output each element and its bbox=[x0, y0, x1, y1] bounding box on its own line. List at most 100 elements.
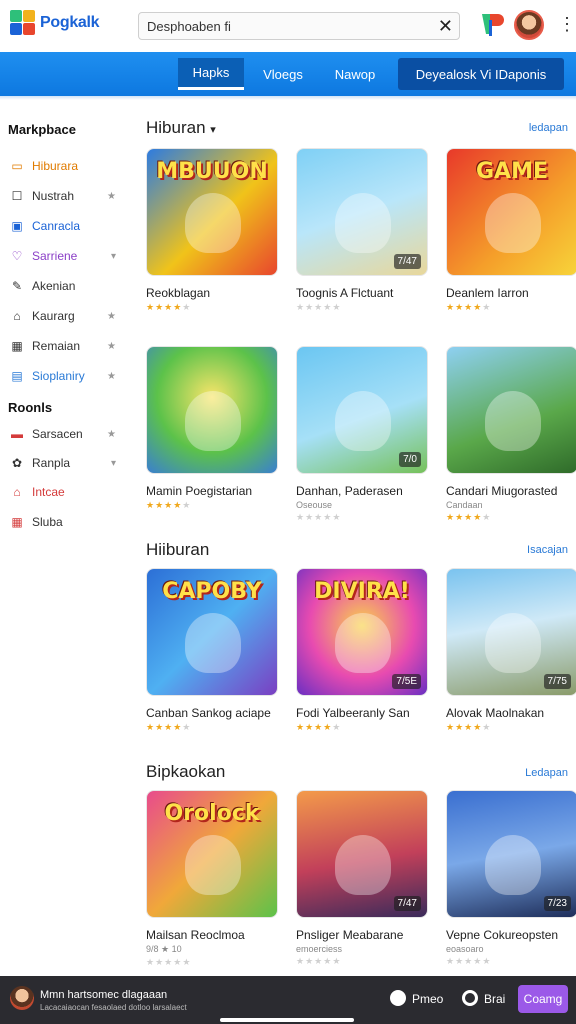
app-thumbnail[interactable]: DIVIRA! 7/5E bbox=[296, 568, 428, 696]
sidebar-item-intcae[interactable]: ⌂ Intcae bbox=[10, 482, 120, 502]
app-card[interactable]: 7/0 Danhan, Paderasen Oseouse ★★★★★ bbox=[296, 346, 428, 523]
app-title: Candari Miugorasted bbox=[446, 484, 558, 498]
search-input[interactable] bbox=[139, 13, 419, 39]
sidebar-item-hiburara[interactable]: ▭ Hiburara bbox=[10, 156, 120, 176]
home-icon: ⌂ bbox=[13, 485, 21, 499]
app-card[interactable]: Orolock Mailsan Reoclmoa 9/8 ★ 10 ★★★★★ bbox=[146, 790, 278, 968]
app-title: Deanlem Iarron bbox=[446, 286, 529, 300]
character-art bbox=[485, 613, 541, 673]
rating-badge: 7/0 bbox=[399, 452, 421, 467]
tab-hapks[interactable]: Hapks bbox=[178, 58, 244, 90]
star-rating: ★★★★★ bbox=[446, 722, 492, 732]
section-title[interactable]: Hiburan ▾ bbox=[146, 118, 216, 138]
app-thumbnail[interactable] bbox=[146, 346, 278, 474]
chevron-down-icon[interactable]: ▾ bbox=[111, 458, 116, 469]
app-thumbnail[interactable]: MBUUON bbox=[146, 148, 278, 276]
character-art bbox=[485, 193, 541, 253]
chevron-down-icon[interactable]: ▾ bbox=[111, 251, 116, 262]
app-card[interactable]: GAME Deanlem Iarron ★★★★★ bbox=[446, 148, 576, 313]
tab-vloegs[interactable]: Vloegs bbox=[250, 58, 316, 90]
character-art bbox=[185, 613, 241, 673]
avatar[interactable] bbox=[10, 986, 34, 1010]
app-card[interactable]: Candari Miugorasted Candaan ★★★★★ bbox=[446, 346, 576, 523]
rating-badge: 7/5E bbox=[392, 674, 421, 689]
rating-badge: 7/23 bbox=[543, 896, 571, 911]
app-card[interactable]: DIVIRA! 7/5E Fodi Yalbeeranly San ★★★★★ bbox=[296, 568, 428, 733]
home-indicator bbox=[220, 1018, 354, 1022]
sidebar-item-label: Nustrah bbox=[32, 189, 75, 203]
app-title: Reokblagan bbox=[146, 286, 211, 300]
sidebar-item-kaurarg[interactable]: ⌂ Kaurarg ★ bbox=[10, 306, 120, 326]
app-title: Toognis A Flctuant bbox=[296, 286, 394, 300]
sidebar-item-label: Kaurarg bbox=[32, 309, 75, 323]
app-subtitle: emoerciess bbox=[296, 944, 343, 954]
pen-icon: ✎ bbox=[11, 279, 23, 293]
app-thumbnail[interactable]: 7/0 bbox=[296, 346, 428, 474]
star-rating: ★★★★★ bbox=[446, 302, 492, 312]
see-all-link[interactable]: Ledapan bbox=[525, 767, 568, 779]
close-icon[interactable]: ✕ bbox=[438, 16, 453, 37]
card-icon: ▬ bbox=[11, 427, 23, 441]
app-thumbnail[interactable]: 7/23 bbox=[446, 790, 576, 918]
tab-nawop[interactable]: Nawop bbox=[322, 58, 388, 90]
character-art bbox=[335, 613, 391, 673]
sidebar-item-sarriene[interactable]: ♡ Sarriene ▾ bbox=[10, 246, 120, 266]
app-logo[interactable]: Pogkalk bbox=[10, 10, 100, 36]
status-label[interactable]: Brai bbox=[484, 992, 505, 1006]
app-thumbnail[interactable]: 7/75 bbox=[446, 568, 576, 696]
sidebar-item-sluba[interactable]: ▦ Sluba bbox=[10, 512, 120, 532]
app-card[interactable]: CAPOBY Canban Sankog aciape ★★★★★ bbox=[146, 568, 278, 733]
app-title: Canban Sankog aciape bbox=[146, 706, 271, 720]
status-ring-icon[interactable] bbox=[462, 990, 478, 1006]
app-card[interactable]: Mamin Poegistarian ★★★★★ bbox=[146, 346, 278, 511]
app-thumbnail[interactable] bbox=[446, 346, 576, 474]
star-rating: ★★★★★ bbox=[296, 302, 342, 312]
star-icon: ★ bbox=[107, 370, 116, 382]
app-title: Vepne Cokureopsten bbox=[446, 928, 559, 942]
star-rating: ★★★★★ bbox=[296, 956, 342, 966]
sidebar-heading-marketplace: Markpbace bbox=[8, 122, 76, 137]
character-art bbox=[185, 835, 241, 895]
app-card[interactable]: 7/47 Pnsliger Meabarane emoerciess ★★★★★ bbox=[296, 790, 428, 967]
window-icon: ▭ bbox=[11, 159, 23, 173]
star-rating: ★★★★★ bbox=[446, 956, 492, 966]
app-card[interactable]: 7/23 Vepne Cokureopsten eoasoaro ★★★★★ bbox=[446, 790, 576, 967]
bottom-bar: Mmn hartsomec dlagaaan Lacacaiaocan fesa… bbox=[0, 976, 576, 1024]
sidebar-item-nustrah[interactable]: ☐ Nustrah ★ bbox=[10, 186, 120, 206]
sidebar-item-sarsacen[interactable]: ▬ Sarsacen ★ bbox=[10, 424, 120, 444]
see-all-link[interactable]: Isacajan bbox=[527, 544, 568, 556]
primary-action-button[interactable]: Coamg bbox=[518, 985, 568, 1013]
app-thumbnail[interactable]: 7/47 bbox=[296, 790, 428, 918]
app-card[interactable]: MBUUON Reokblagan ★★★★★ bbox=[146, 148, 278, 313]
app-thumbnail[interactable]: 7/47 bbox=[296, 148, 428, 276]
star-icon: ★ bbox=[107, 340, 116, 352]
see-all-link[interactable]: ledapan bbox=[529, 122, 568, 134]
chat-label[interactable]: Pmeo bbox=[412, 992, 443, 1006]
sidebar-item-sioplaniry[interactable]: ▤ Sioplaniry ★ bbox=[10, 366, 120, 386]
more-menu-icon[interactable]: ⋮ bbox=[558, 14, 576, 34]
sidebar-item-canracla[interactable]: ▣ Canracla bbox=[10, 216, 120, 236]
cta-button[interactable]: Deyealosk Vi IDaponis bbox=[398, 58, 564, 90]
app-subtitle: 9/8 ★ 10 bbox=[146, 944, 182, 954]
group-icon: ✿ bbox=[11, 456, 23, 470]
app-thumbnail[interactable]: GAME bbox=[446, 148, 576, 276]
logo-mark-icon bbox=[10, 10, 36, 36]
rating-badge: 7/47 bbox=[393, 896, 421, 911]
search-box[interactable]: ✕ bbox=[138, 12, 460, 40]
avatar[interactable] bbox=[514, 10, 544, 40]
sidebar-item-ranpla[interactable]: ✿ Ranpla ▾ bbox=[10, 453, 120, 473]
main-nav: Hapks Vloegs Nawop Deyealosk Vi IDaponis bbox=[0, 52, 576, 96]
sidebar-item-akenian[interactable]: ✎ Akenian bbox=[10, 276, 120, 296]
star-rating: ★★★★★ bbox=[146, 302, 192, 312]
app-title: Danhan, Paderasen bbox=[296, 484, 403, 498]
app-thumbnail[interactable]: Orolock bbox=[146, 790, 278, 918]
app-card[interactable]: 7/47 Toognis A Flctuant ★★★★★ bbox=[296, 148, 428, 313]
app-thumbnail[interactable]: CAPOBY bbox=[146, 568, 278, 696]
sidebar-item-remaian[interactable]: ▦ Remaian ★ bbox=[10, 336, 120, 356]
app-card[interactable]: 7/75 Alovak Maolnakan ★★★★★ bbox=[446, 568, 576, 733]
chevron-down-icon[interactable]: ▾ bbox=[210, 124, 216, 136]
chat-bubble-icon[interactable] bbox=[390, 990, 406, 1006]
grid-icon: ▦ bbox=[11, 339, 23, 353]
thumbnail-title-art: GAME bbox=[475, 159, 548, 184]
brand-logo-icon[interactable] bbox=[478, 10, 504, 38]
